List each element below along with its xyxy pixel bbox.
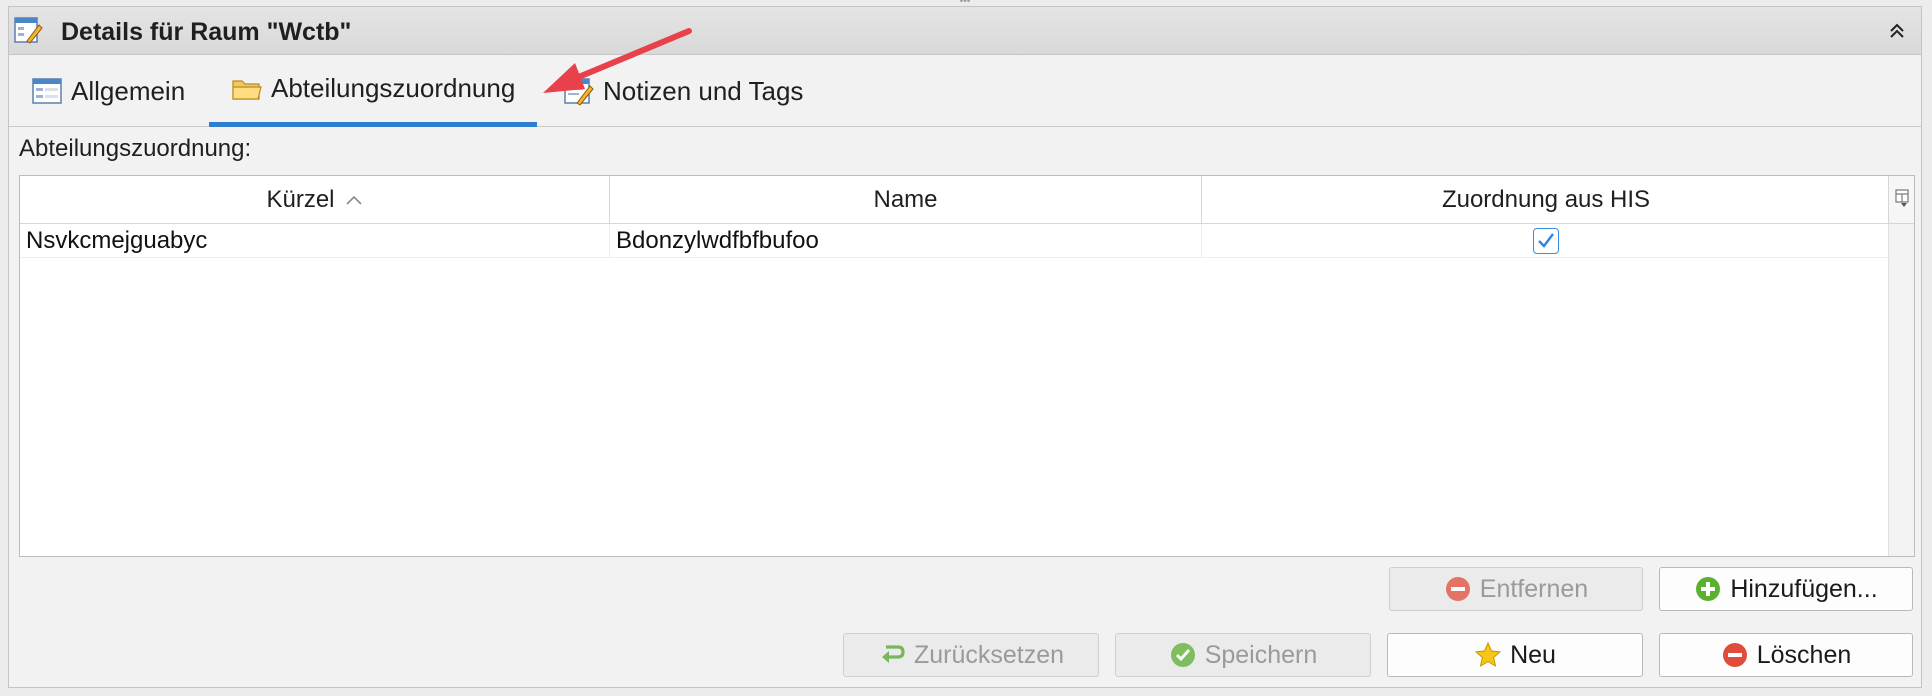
button-label: Neu	[1510, 640, 1556, 669]
column-header-name[interactable]: Name	[610, 176, 1202, 224]
button-label: Speichern	[1204, 640, 1318, 669]
sort-ascending-icon	[345, 195, 362, 205]
column-chooser-icon	[1895, 189, 1909, 207]
zuruecksetzen-button[interactable]: Zurücksetzen	[843, 633, 1099, 677]
notes-edit-icon	[564, 78, 594, 106]
entfernen-button[interactable]: Entfernen	[1389, 567, 1643, 611]
button-label: Entfernen	[1479, 574, 1589, 603]
assignment-table: Kürzel Name Zuordnung aus HIS Nsvkcmejgu…	[19, 175, 1915, 557]
column-chooser-button[interactable]	[1888, 176, 1914, 224]
speichern-button[interactable]: Speichern	[1115, 633, 1371, 677]
loeschen-button[interactable]: Löschen	[1659, 633, 1913, 677]
tab-abteilungszuordnung[interactable]: Abteilungszuordnung	[209, 55, 538, 127]
remove-icon	[1445, 577, 1470, 601]
add-icon	[1696, 577, 1721, 601]
table-header: Kürzel Name Zuordnung aus HIS	[20, 176, 1890, 224]
details-panel: Details für Raum "Wctb" Allgemein Abteil…	[8, 6, 1922, 688]
cell-name: Bdonzylwdfbfbufoo	[610, 224, 1202, 258]
tab-bar: Allgemein Abteilungszuordnung Notizen un…	[9, 55, 1921, 127]
column-header-label: Zuordnung aus HIS	[1441, 186, 1651, 213]
table-row[interactable]: Nsvkcmejguabyc Bdonzylwdfbfbufoo	[20, 224, 1890, 258]
his-checkbox[interactable]	[1533, 228, 1559, 254]
tab-label: Allgemein	[71, 75, 186, 106]
panel-titlebar: Details für Raum "Wctb"	[9, 7, 1921, 55]
star-icon	[1474, 641, 1502, 668]
panel-title: Details für Raum "Wctb"	[61, 18, 352, 46]
button-label: Zurücksetzen	[913, 640, 1065, 669]
checkmark-circle-icon	[1170, 643, 1195, 667]
button-label: Hinzufügen...	[1730, 574, 1878, 603]
cell-kuerzel: Nsvkcmejguabyc	[20, 224, 610, 258]
folder-icon	[232, 79, 262, 100]
form-edit-icon	[14, 17, 43, 44]
tab-label: Abteilungszuordnung	[271, 73, 516, 103]
delete-icon	[1722, 643, 1747, 667]
chevron-up-double-icon[interactable]	[1885, 19, 1909, 43]
cell-zuordnung-aus-his	[1202, 224, 1890, 258]
checkmark-icon	[1538, 233, 1554, 248]
column-header-label: Name	[873, 186, 938, 213]
form-icon	[32, 78, 62, 104]
section-label: Abteilungszuordnung:	[19, 135, 252, 162]
tab-notizen-und-tags[interactable]: Notizen und Tags	[563, 55, 803, 127]
column-header-kuerzel[interactable]: Kürzel	[20, 176, 610, 224]
column-header-label: Kürzel	[266, 186, 335, 213]
column-header-zuordnung-aus-his[interactable]: Zuordnung aus HIS	[1202, 176, 1890, 224]
button-label: Löschen	[1756, 640, 1852, 669]
resize-grip[interactable]: •••	[950, 0, 980, 7]
hinzufuegen-button[interactable]: Hinzufügen...	[1659, 567, 1913, 611]
undo-icon	[881, 645, 905, 663]
tab-label: Notizen und Tags	[603, 75, 804, 106]
tab-allgemein[interactable]: Allgemein	[31, 55, 185, 127]
neu-button[interactable]: Neu	[1387, 633, 1643, 677]
vertical-scrollbar[interactable]	[1888, 224, 1914, 556]
